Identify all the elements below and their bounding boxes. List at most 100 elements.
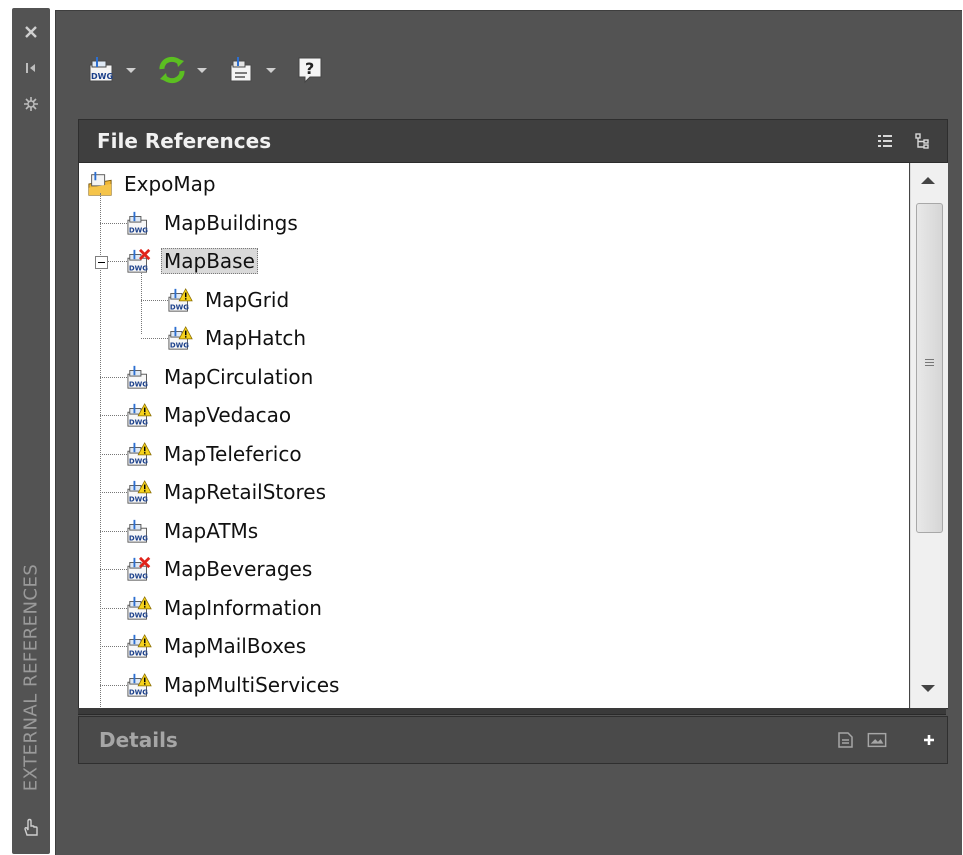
tree-connector	[100, 569, 127, 570]
tree-connector	[100, 222, 127, 224]
dwg-error-icon: DWG	[127, 556, 153, 582]
tree-connector	[141, 299, 168, 301]
dwg-warning-icon: DWG	[127, 595, 153, 621]
palette-title: EXTERNAL REFERENCES	[14, 542, 48, 812]
scroll-down-arrow[interactable]	[921, 685, 935, 692]
list-view-icon[interactable]	[876, 132, 894, 150]
tree-item-label: MapVedacao	[164, 403, 292, 427]
tree-connector	[100, 530, 127, 532]
svg-text:DWG: DWG	[129, 418, 148, 426]
file-references-tree[interactable]: ExpoMap DWG MapBuildings DWG MapBase DWG MapGr…	[79, 163, 909, 708]
tree-item-label: MapATMs	[164, 518, 259, 543]
tree-connector	[100, 492, 127, 493]
tree-item-label: MapGrid	[205, 287, 290, 312]
tree-item[interactable]: DWG MapMultiServices	[127, 666, 342, 704]
tree-item[interactable]: DWG MapTeleferico	[127, 435, 305, 473]
file-references-title: File References	[97, 129, 272, 153]
xref-palette: DWG ? File References ExpoMap DWG MapBui…	[55, 10, 962, 855]
tree-guide-line	[100, 193, 101, 708]
svg-text:DWG: DWG	[91, 72, 113, 81]
svg-text:DWG: DWG	[170, 341, 189, 349]
tree-connector	[100, 376, 127, 378]
change-path-button[interactable]	[223, 53, 292, 87]
tree-item[interactable]: DWG MapBeverages	[127, 550, 315, 588]
tree-item-label: MapRetailStores	[164, 480, 327, 504]
properties-icon[interactable]	[21, 94, 41, 114]
tree-item-label: MapMultiServices	[164, 672, 340, 697]
collapse-toggle-icon[interactable]	[95, 256, 108, 269]
panel-splitter[interactable]	[78, 708, 946, 715]
tree-item-label: MapBase	[161, 248, 258, 274]
dwg-error-icon: DWG	[127, 248, 153, 274]
svg-text:DWG: DWG	[129, 457, 148, 465]
attach-dropdown-caret[interactable]	[126, 67, 136, 73]
scroll-grip-icon	[925, 359, 934, 368]
tree-item-label: MapInformation	[164, 595, 322, 620]
hand-icon[interactable]	[21, 818, 41, 838]
svg-text:DWG: DWG	[129, 380, 148, 388]
dwg-attach-icon: DWG	[89, 57, 113, 82]
help-icon: ?	[298, 57, 322, 84]
svg-text:DWG: DWG	[129, 495, 148, 503]
help-button[interactable]: ?	[292, 53, 328, 87]
dwg-warning-icon: DWG	[127, 633, 153, 659]
svg-text:?: ?	[305, 59, 314, 78]
tree-root-item[interactable]: ExpoMap	[87, 165, 219, 203]
tree-scrollbar[interactable]	[910, 163, 948, 708]
dwg-warning-icon: DWG	[127, 479, 153, 505]
dwg-file-icon: DWG	[127, 364, 153, 390]
tree-item[interactable]: DWG MapVedacao	[127, 396, 294, 434]
toolbar: DWG ?	[83, 49, 328, 91]
tree-item[interactable]: DWG MapInformation	[127, 589, 325, 627]
tree-item-label: MapHatch	[205, 326, 307, 350]
tree-connector	[100, 453, 127, 455]
tree-connector	[100, 607, 127, 609]
tree-item[interactable]: DWG MapBase	[127, 242, 258, 280]
svg-text:DWG: DWG	[129, 611, 148, 619]
svg-text:DWG: DWG	[129, 264, 148, 272]
dwg-warning-icon: DWG	[168, 287, 194, 313]
tree-view-icon[interactable]	[914, 132, 932, 150]
scroll-thumb[interactable]	[916, 203, 943, 533]
autohide-icon[interactable]	[21, 58, 41, 78]
expand-plus-icon[interactable]	[919, 731, 939, 749]
details-panel[interactable]: Details	[78, 716, 948, 764]
tree-item-label: MapBuildings	[164, 210, 298, 235]
file-references-panel: File References ExpoMap DWG MapBuildings DW…	[78, 119, 948, 709]
tree-item[interactable]: DWG MapATMs	[127, 512, 261, 550]
svg-text:DWG: DWG	[129, 572, 148, 580]
tree-item-label: MapCirculation	[164, 364, 314, 389]
details-view-icon[interactable]	[836, 731, 856, 749]
preview-icon[interactable]	[867, 731, 887, 749]
tree-item-label: MapBeverages	[164, 557, 313, 581]
dwg-file-icon: DWG	[127, 210, 153, 236]
refresh-dropdown-caret[interactable]	[197, 67, 207, 73]
svg-text:DWG: DWG	[129, 226, 148, 234]
svg-text:DWG: DWG	[129, 649, 148, 657]
tree-item[interactable]: DWG MapGrid	[168, 281, 292, 319]
svg-text:DWG: DWG	[129, 534, 148, 542]
palette-title-text: EXTERNAL REFERENCES	[20, 563, 42, 791]
close-icon[interactable]	[21, 22, 41, 42]
file-references-header[interactable]: File References	[79, 120, 947, 163]
dwg-warning-icon: DWG	[127, 441, 153, 467]
tree-item[interactable]: DWG MapMailBoxes	[127, 627, 309, 665]
tree-item-label: ExpoMap	[124, 172, 216, 196]
refresh-button[interactable]	[152, 53, 223, 87]
tree-item-label: MapTeleferico	[164, 441, 302, 466]
svg-text:DWG: DWG	[170, 303, 189, 311]
tree-connector	[141, 338, 168, 339]
tree-connector	[100, 646, 127, 647]
tree-item[interactable]: DWG MapBuildings	[127, 204, 301, 242]
tree-item[interactable]: DWG MapCirculation	[127, 358, 316, 396]
details-title: Details	[99, 728, 178, 752]
dwg-warning-icon: DWG	[127, 402, 153, 428]
path-dropdown-caret[interactable]	[266, 67, 276, 73]
dwg-warning-icon: DWG	[127, 672, 153, 698]
tree-item[interactable]: DWG MapRetailStores	[127, 473, 329, 511]
attach-dwg-button[interactable]: DWG	[83, 53, 152, 87]
svg-text:DWG: DWG	[129, 688, 148, 696]
tree-item[interactable]: DWG MapHatch	[168, 319, 309, 357]
dwg-warning-icon: DWG	[168, 325, 194, 351]
scroll-up-arrow[interactable]	[921, 177, 935, 184]
